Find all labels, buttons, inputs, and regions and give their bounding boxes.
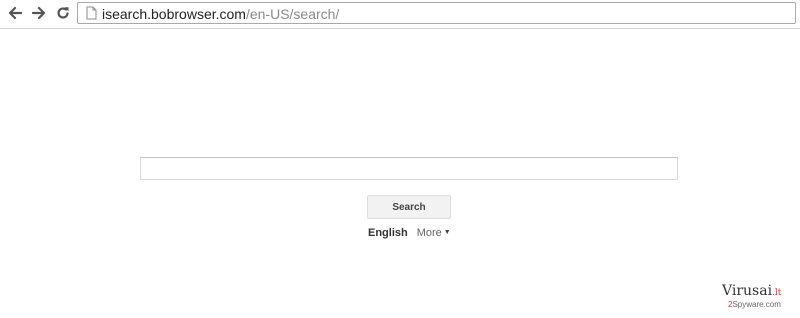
- more-label: More: [416, 227, 442, 239]
- language-selector: English More ▼: [368, 226, 451, 240]
- address-bar[interactable]: isearch.bobrowser.com/en-US/search/: [77, 2, 796, 24]
- back-button[interactable]: [5, 3, 25, 23]
- forward-button[interactable]: [29, 3, 49, 23]
- url-path: /en-US/search/: [245, 6, 340, 22]
- caret-down-icon: ▼: [443, 229, 451, 236]
- browser-toolbar: isearch.bobrowser.com/en-US/search/: [0, 0, 800, 29]
- watermark-tld: .lt: [772, 288, 782, 298]
- page-icon: [86, 6, 97, 25]
- url-host: isearch.bobrowser.com: [102, 6, 246, 22]
- more-languages-dropdown[interactable]: More ▼: [417, 227, 451, 239]
- search-button[interactable]: Search: [367, 195, 451, 219]
- reload-button[interactable]: [53, 3, 73, 23]
- search-input[interactable]: [140, 157, 678, 180]
- url-text: isearch.bobrowser.com/en-US/search/: [102, 6, 339, 22]
- reload-icon: [56, 6, 70, 20]
- language-english-link[interactable]: English: [368, 227, 408, 239]
- arrow-left-icon: [8, 6, 22, 20]
- watermark-logo: Virusai.lt 2Spyware.com: [722, 283, 794, 313]
- arrow-right-icon: [32, 6, 46, 20]
- watermark-sub-text: Spyware.com: [732, 300, 781, 309]
- watermark-main: Virusai: [722, 283, 773, 299]
